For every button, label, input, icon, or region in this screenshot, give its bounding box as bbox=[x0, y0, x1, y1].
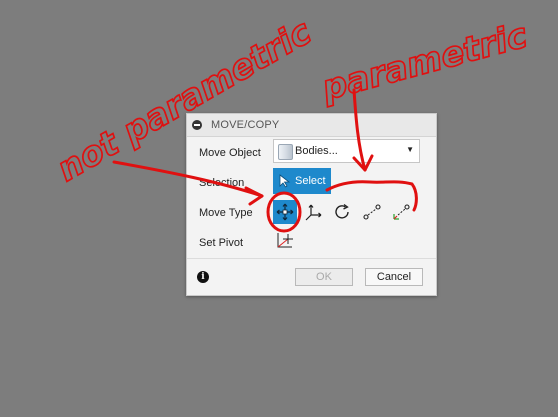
free-move-icon[interactable] bbox=[273, 200, 297, 224]
selection-label: Selection bbox=[199, 177, 245, 189]
move-object-value: Bodies... bbox=[295, 145, 338, 157]
rotate-icon[interactable] bbox=[331, 200, 355, 224]
select-button-label: Select bbox=[295, 175, 326, 187]
move-type-label: Move Type bbox=[199, 207, 253, 219]
ok-button[interactable]: OK bbox=[295, 268, 353, 286]
translate-icon[interactable] bbox=[302, 200, 326, 224]
dialog-titlebar: MOVE/COPY bbox=[187, 114, 436, 137]
cursor-arrow-icon bbox=[279, 174, 291, 188]
move-object-dropdown[interactable]: Bodies... ▼ bbox=[273, 139, 420, 163]
collapse-icon[interactable] bbox=[192, 120, 202, 130]
point-to-point-icon[interactable] bbox=[360, 200, 384, 224]
cancel-button[interactable]: Cancel bbox=[365, 268, 423, 286]
chevron-down-icon: ▼ bbox=[406, 145, 414, 154]
move-object-label: Move Object bbox=[199, 147, 261, 159]
dialog-footer: i OK Cancel bbox=[187, 258, 436, 295]
select-button[interactable]: Select bbox=[273, 168, 331, 194]
body-cube-icon bbox=[278, 144, 293, 160]
set-pivot-icon[interactable] bbox=[276, 231, 294, 249]
info-icon[interactable]: i bbox=[197, 271, 209, 283]
point-to-position-icon[interactable] bbox=[389, 200, 413, 224]
set-pivot-label: Set Pivot bbox=[199, 237, 244, 249]
move-copy-dialog: MOVE/COPY Move Object Bodies... ▼ Select… bbox=[186, 113, 437, 296]
dialog-title: MOVE/COPY bbox=[211, 119, 280, 131]
parametric-note: parametric bbox=[317, 16, 531, 109]
